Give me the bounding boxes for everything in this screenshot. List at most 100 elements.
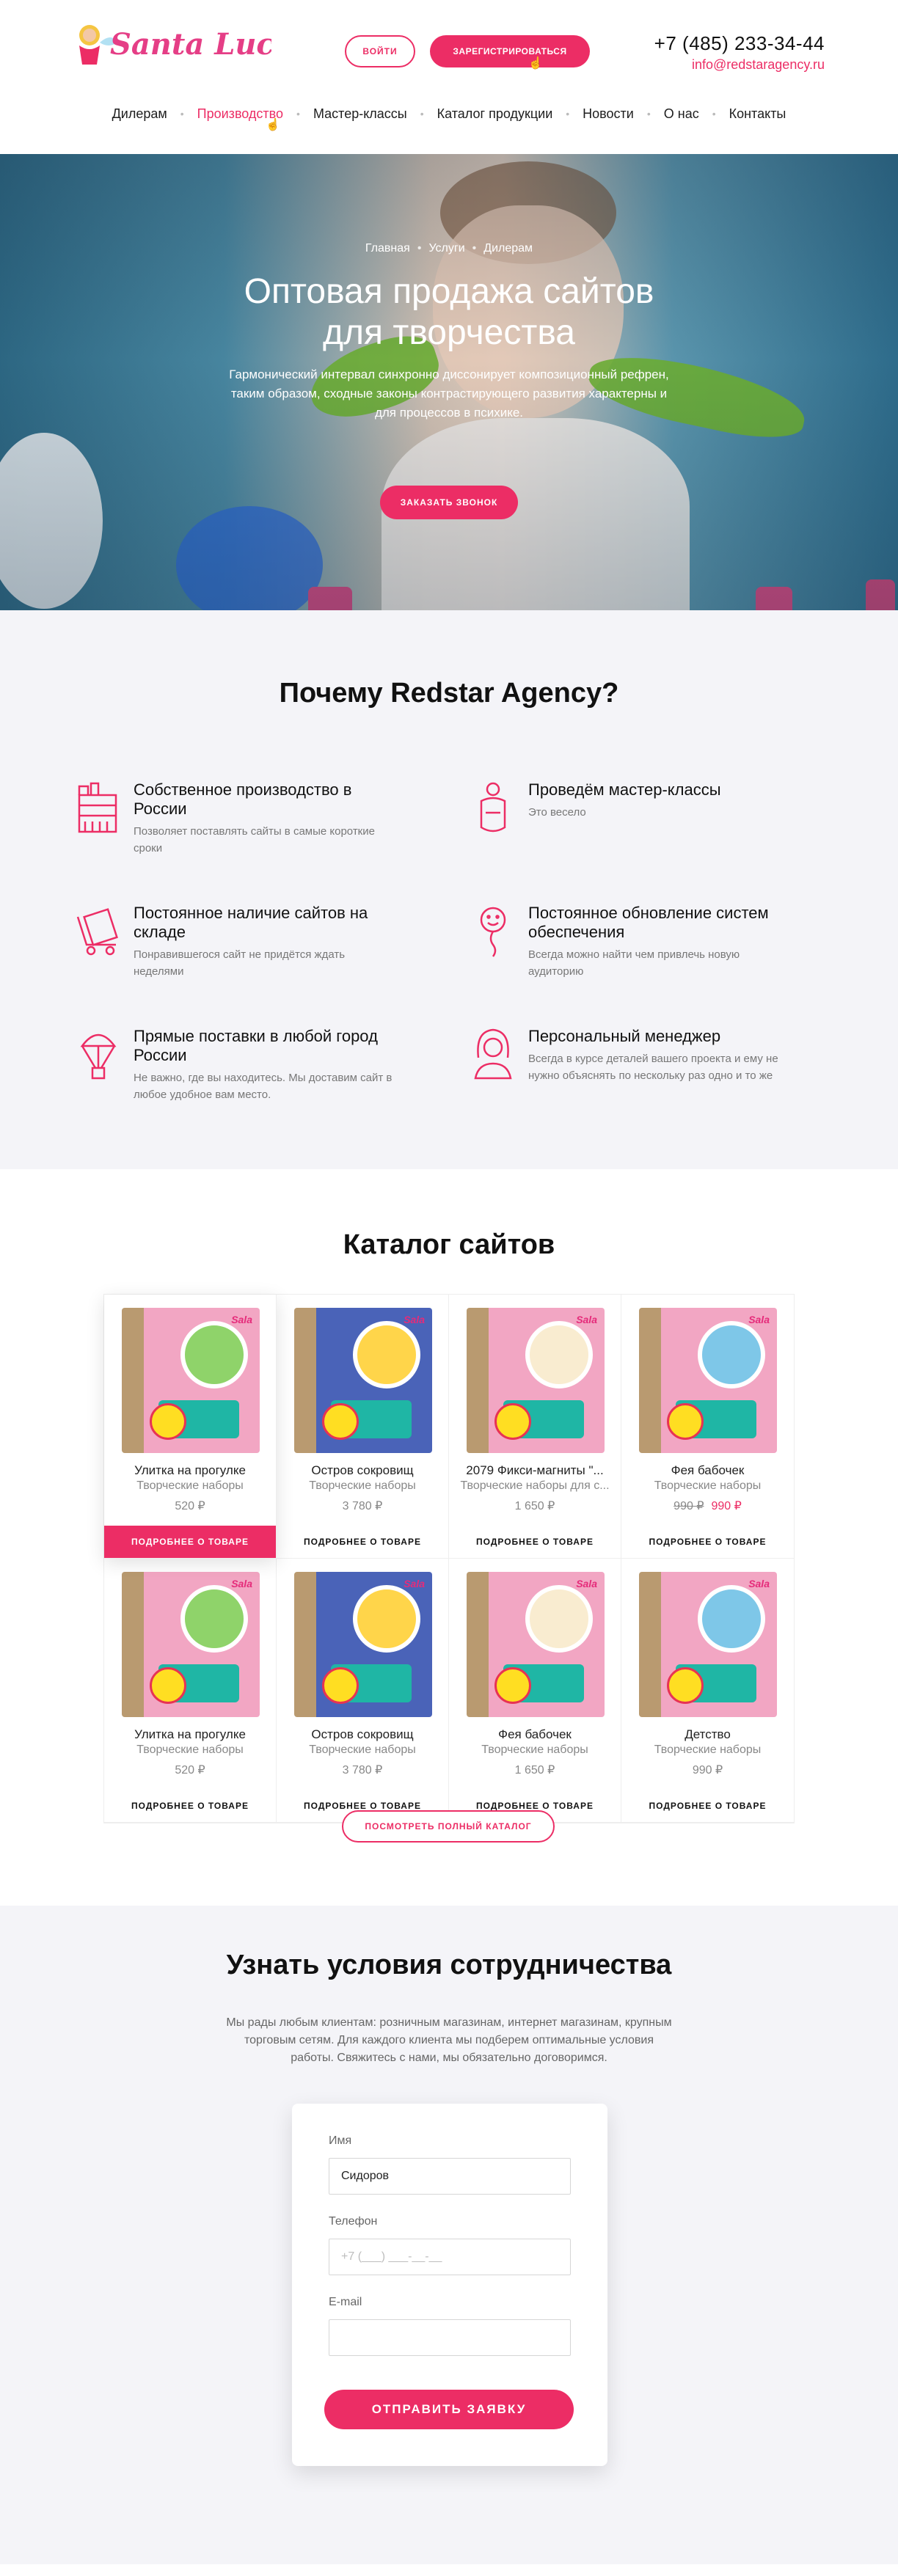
product-price-row: 3 780 ₽ [277, 1499, 448, 1513]
product-card[interactable]: Sala Детство Творческие наборы 990 ₽ ПОД… [621, 1559, 794, 1823]
product-category: Творческие наборы [654, 1479, 762, 1492]
feature-description: Не важно, где вы находитесь. Мы доставим… [134, 1072, 393, 1101]
product-name[interactable]: Фея бабочек [629, 1463, 786, 1478]
phone-label: Телефон [329, 2215, 378, 2228]
login-button[interactable]: ВОЙТИ [345, 35, 415, 67]
box-sticker [667, 1403, 704, 1440]
product-details-button[interactable]: ПОДРОБНЕЕ О ТОВАРЕ [104, 1790, 276, 1822]
box-side [122, 1572, 144, 1717]
box-illustration [525, 1585, 593, 1653]
feature-title: Постоянное обновление систем обеспечения [528, 904, 769, 941]
product-price-row: 990 ₽ [621, 1763, 794, 1777]
box-brand: Sala [748, 1578, 770, 1589]
product-category: Творческие наборы [309, 1743, 416, 1756]
product-name[interactable]: Улитка на прогулке [112, 1727, 269, 1742]
balloon-smile-icon [480, 907, 506, 957]
hand-cursor-icon: ☝ [266, 119, 280, 131]
product-image[interactable]: Sala [294, 1572, 432, 1717]
product-price: 3 780 ₽ [342, 1500, 383, 1512]
product-price: 990 ₽ [711, 1500, 742, 1512]
nav-item-contacts[interactable]: Контакты [716, 106, 800, 122]
product-price-row: 520 ₽ [104, 1499, 276, 1513]
box-brand: Sala [576, 1578, 597, 1589]
box-side [467, 1308, 489, 1453]
email-link[interactable]: info@redstaragency.ru [692, 57, 825, 73]
box-illustration [353, 1321, 420, 1388]
submit-request-button[interactable]: ОТПРАВИТЬ ЗАЯВКУ [324, 2390, 574, 2429]
breadcrumb-services[interactable]: Услуги [428, 242, 464, 255]
product-details-button[interactable]: ПОДРОБНЕЕ О ТОВАРЕ [621, 1526, 794, 1558]
box-sticker [667, 1667, 704, 1704]
box-illustration [698, 1585, 765, 1653]
main-nav: Дилерам • Производство • Мастер-классы •… [0, 101, 898, 126]
product-price: 1 650 ₽ [514, 1500, 555, 1512]
product-category: Творческие наборы [136, 1479, 244, 1492]
product-card[interactable]: Sala Остров сокровищ Творческие наборы 3… [277, 1295, 449, 1559]
hero-title-line: Оптовая продажа сайтов [244, 272, 654, 311]
feature-description: Позволяет поставлять сайты в самые корот… [134, 825, 375, 855]
box-illustration [698, 1321, 765, 1388]
email-field[interactable] [329, 2319, 571, 2356]
contact-section: Узнать условия сотрудничества Мы рады лю… [0, 1906, 898, 2564]
product-card[interactable]: Sala Фея бабочек Творческие наборы 1 650… [449, 1559, 621, 1823]
product-image[interactable]: Sala [639, 1572, 777, 1717]
product-details-button[interactable]: ПОДРОБНЕЕ О ТОВАРЕ [449, 1526, 621, 1558]
product-image[interactable]: Sala [467, 1308, 605, 1453]
product-price: 520 ₽ [175, 1500, 205, 1512]
register-button[interactable]: ЗАРЕГИСТРИРОВАТЬСЯ [430, 35, 590, 67]
product-category: Творческие наборы [481, 1743, 588, 1756]
order-call-button[interactable]: ЗАКАЗАТЬ ЗВОНОК [380, 486, 518, 519]
hand-cursor-icon: ☝ [528, 57, 543, 70]
why-title: Почему Redstar Agency? [279, 678, 619, 709]
catalog-title: Каталог сайтов [343, 1229, 555, 1260]
product-image[interactable]: Sala [294, 1308, 432, 1453]
nav-item-catalog[interactable]: Каталог продукции [424, 106, 566, 122]
product-price-row: 520 ₽ [104, 1763, 276, 1777]
phone-field[interactable]: +7 (___) ___-__-__ [329, 2239, 571, 2275]
product-details-button[interactable]: ПОДРОБНЕЕ О ТОВАРЕ [104, 1526, 276, 1558]
nav-item-master-classes[interactable]: Мастер-классы [300, 106, 420, 122]
product-image[interactable]: Sala [639, 1308, 777, 1453]
product-card[interactable]: Sala 2079 Фикси-магниты "... Творческие … [449, 1295, 621, 1559]
hero-title: Оптовая продажа сайтов для творчества [0, 271, 898, 354]
box-side [467, 1572, 489, 1717]
breadcrumb-current: Дилерам [483, 242, 533, 255]
product-card[interactable]: Sala Улитка на прогулке Творческие набор… [104, 1559, 277, 1823]
svg-text:Santa Lucia: Santa Lucia [110, 27, 271, 62]
nav-item-dealers[interactable]: Дилерам [99, 106, 180, 122]
product-details-button[interactable]: ПОДРОБНЕЕ О ТОВАРЕ [621, 1790, 794, 1822]
full-catalog-button[interactable]: ПОСМОТРЕТЬ ПОЛНЫЙ КАТАЛОГ [342, 1810, 555, 1843]
box-brand: Sala [576, 1314, 597, 1325]
feature-title: Собственное производство в России [134, 780, 352, 818]
product-image[interactable]: Sala [467, 1572, 605, 1717]
product-grid: Sala Улитка на прогулке Творческие набор… [103, 1294, 795, 1823]
product-card[interactable]: Sala Улитка на прогулке Творческие набор… [104, 1295, 277, 1559]
manager-icon [474, 1028, 512, 1080]
product-card[interactable]: Sala Остров сокровищ Творческие наборы 3… [277, 1559, 449, 1823]
product-image[interactable]: Sala [122, 1308, 260, 1453]
name-field[interactable]: Сидоров [329, 2158, 571, 2195]
breadcrumb-home[interactable]: Главная [365, 242, 410, 255]
feature-description: Всегда в курсе деталей вашего проекта и … [528, 1053, 778, 1082]
feature-description: Это весело [528, 806, 586, 819]
box-brand: Sala [231, 1314, 252, 1325]
box-side [639, 1308, 661, 1453]
nav-item-about[interactable]: О нас [651, 106, 712, 122]
product-price-row: 990 ₽ 990 ₽ [621, 1499, 794, 1513]
nav-item-news[interactable]: Новости [569, 106, 647, 122]
product-name[interactable]: 2079 Фикси-магниты "... [456, 1463, 613, 1478]
product-name[interactable]: Улитка на прогулке [112, 1463, 269, 1478]
hero-description: Гармонический интервал синхронно диссони… [229, 367, 669, 420]
product-name[interactable]: Остров сокровищ [284, 1463, 441, 1478]
phone-number[interactable]: +7 (485) 233-34-44 [654, 32, 825, 55]
santa-lucia-logo[interactable]: Santa Lucia [73, 13, 271, 75]
product-details-button[interactable]: ПОДРОБНЕЕ О ТОВАРЕ [277, 1526, 448, 1558]
product-card[interactable]: Sala Фея бабочек Творческие наборы 990 ₽… [621, 1295, 794, 1559]
product-name[interactable]: Фея бабочек [456, 1727, 613, 1742]
product-image[interactable]: Sala [122, 1572, 260, 1717]
site-header: Santa Lucia ВОЙТИ ЗАРЕГИСТРИРОВАТЬСЯ ☝ +… [0, 0, 898, 154]
product-price-row: 1 650 ₽ [449, 1763, 621, 1777]
box-brand: Sala [404, 1578, 425, 1589]
product-name[interactable]: Остров сокровищ [284, 1727, 441, 1742]
product-name[interactable]: Детство [629, 1727, 786, 1742]
